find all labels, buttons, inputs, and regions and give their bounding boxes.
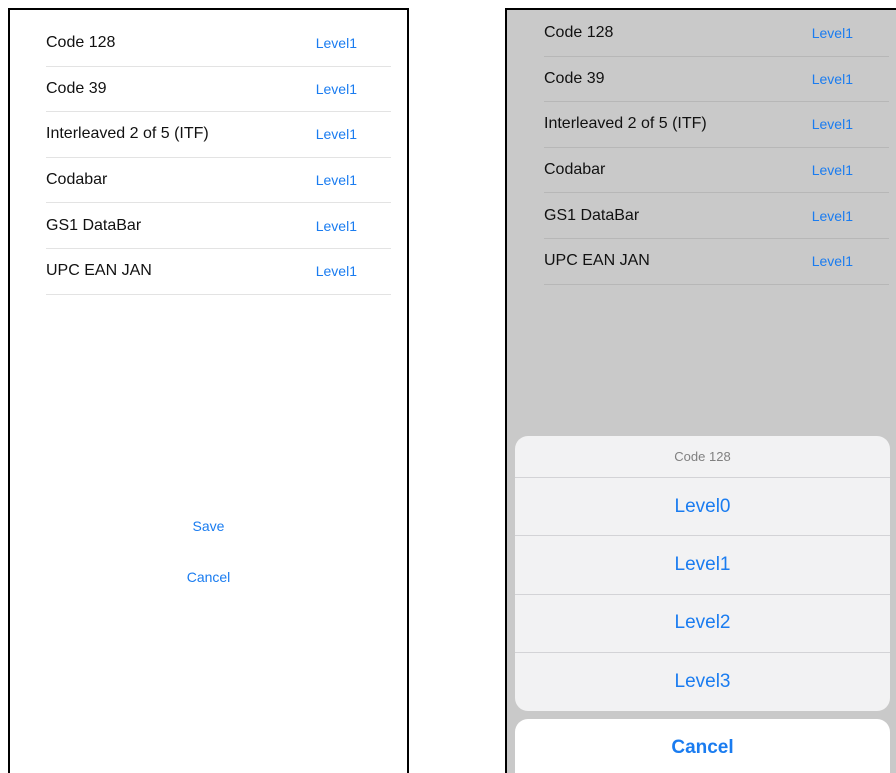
symbology-row-upc-ean-jan[interactable]: UPC EAN JAN Level1 <box>46 249 391 295</box>
cancel-button[interactable]: Cancel <box>10 569 407 585</box>
barcode-settings-screen-with-action-sheet: Code 128 Level1 Code 39 Level1 Interleav… <box>505 8 896 773</box>
level-value: Level1 <box>811 207 853 224</box>
symbology-row-codabar[interactable]: Codabar Level1 <box>46 158 391 204</box>
symbology-list: Code 128 Level1 Code 39 Level1 Interleav… <box>46 21 391 295</box>
level-value[interactable]: Level1 <box>316 126 357 142</box>
save-button[interactable]: Save <box>10 518 407 534</box>
symbology-row-code128[interactable]: Code 128 Level1 <box>46 21 391 67</box>
symbology-row-itf: Interleaved 2 of 5 (ITF) Level1 <box>544 102 889 148</box>
barcode-settings-screen: Code 128 Level1 Code 39 Level1 Interleav… <box>8 8 409 773</box>
symbology-label: GS1 DataBar <box>46 216 142 234</box>
symbology-label: Code 128 <box>46 34 116 52</box>
level-value[interactable]: Level1 <box>316 218 357 234</box>
level-value[interactable]: Level1 <box>316 172 357 188</box>
symbology-label: Code 128 <box>544 24 614 42</box>
symbology-label: Codabar <box>544 161 606 179</box>
symbology-label: UPC EAN JAN <box>544 252 650 270</box>
level0-option[interactable]: Level0 <box>515 478 890 537</box>
symbology-row-upc-ean-jan: UPC EAN JAN Level1 <box>544 239 889 285</box>
level-action-sheet: Code 128 Level0 Level1 Level2 Level3 <box>515 436 890 711</box>
symbology-row-code128: Code 128 Level1 <box>544 11 889 57</box>
symbology-row-code39: Code 39 Level1 <box>544 57 889 103</box>
symbology-label: Codabar <box>46 171 108 189</box>
symbology-label: Interleaved 2 of 5 (ITF) <box>46 125 209 143</box>
action-sheet-cancel-button[interactable]: Cancel <box>515 719 890 773</box>
symbology-row-code39[interactable]: Code 39 Level1 <box>46 67 391 113</box>
symbology-row-gs1-databar[interactable]: GS1 DataBar Level1 <box>46 203 391 249</box>
level-value: Level1 <box>811 25 853 42</box>
action-sheet-title: Code 128 <box>515 436 890 478</box>
symbology-label: UPC EAN JAN <box>46 262 152 280</box>
symbology-label: Code 39 <box>544 69 605 87</box>
level3-option[interactable]: Level3 <box>515 653 890 711</box>
symbology-row-gs1-databar: GS1 DataBar Level1 <box>544 193 889 239</box>
level1-option[interactable]: Level1 <box>515 536 890 595</box>
level-value: Level1 <box>811 70 853 87</box>
level-value: Level1 <box>811 116 853 133</box>
symbology-label: GS1 DataBar <box>544 206 640 224</box>
screenshot-stage: Code 128 Level1 Code 39 Level1 Interleav… <box>0 0 896 773</box>
level-value[interactable]: Level1 <box>316 35 357 51</box>
level-value: Level1 <box>811 162 853 179</box>
symbology-row-itf[interactable]: Interleaved 2 of 5 (ITF) Level1 <box>46 112 391 158</box>
symbology-label: Code 39 <box>46 79 107 97</box>
level-value: Level1 <box>811 253 853 270</box>
level-value[interactable]: Level1 <box>316 263 357 279</box>
symbology-row-codabar: Codabar Level1 <box>544 148 889 194</box>
symbology-list: Code 128 Level1 Code 39 Level1 Interleav… <box>544 11 889 285</box>
level2-option[interactable]: Level2 <box>515 595 890 653</box>
symbology-label: Interleaved 2 of 5 (ITF) <box>544 115 707 133</box>
level-value[interactable]: Level1 <box>316 81 357 97</box>
